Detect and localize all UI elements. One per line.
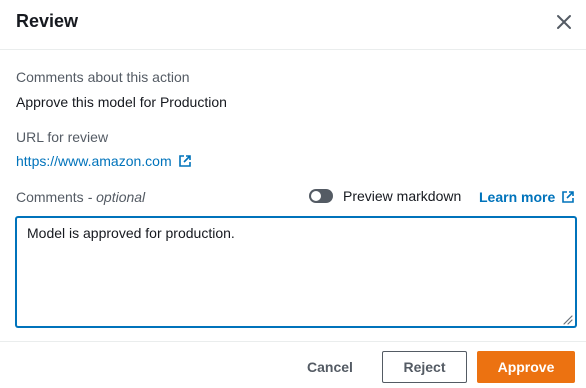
cancel-button[interactable]: Cancel (295, 351, 365, 383)
external-link-icon (561, 190, 575, 204)
dialog-header: Review (0, 0, 586, 50)
review-dialog: Review Comments about this action Approv… (0, 0, 586, 388)
preview-markdown-label: Preview markdown (343, 188, 462, 204)
url-for-review-link[interactable]: https://www.amazon.com (16, 152, 192, 170)
dialog-title: Review (16, 11, 79, 31)
comments-about-action-value: Approve this model for Production (16, 94, 227, 110)
comments-about-action-label: Comments about this action (16, 69, 190, 85)
comments-textarea[interactable]: Model is approved for production. (16, 217, 576, 327)
comments-label: Comments - optional (16, 188, 145, 206)
reject-button[interactable]: Reject (382, 351, 467, 383)
toggle-knob (311, 191, 321, 201)
external-link-icon (178, 154, 192, 168)
preview-markdown-control: Preview markdown (309, 187, 461, 205)
preview-markdown-toggle[interactable] (309, 189, 333, 203)
learn-more-text: Learn more (479, 189, 556, 205)
approve-button[interactable]: Approve (477, 351, 575, 383)
learn-more-link[interactable]: Learn more (479, 188, 575, 206)
url-for-review-label: URL for review (16, 129, 109, 145)
close-button[interactable] (554, 12, 574, 32)
resize-handle-icon[interactable] (561, 312, 573, 325)
url-for-review-link-text: https://www.amazon.com (16, 153, 172, 169)
comments-optional-text: - optional (83, 189, 146, 205)
close-icon (554, 12, 574, 32)
comments-label-text: Comments (16, 189, 84, 205)
